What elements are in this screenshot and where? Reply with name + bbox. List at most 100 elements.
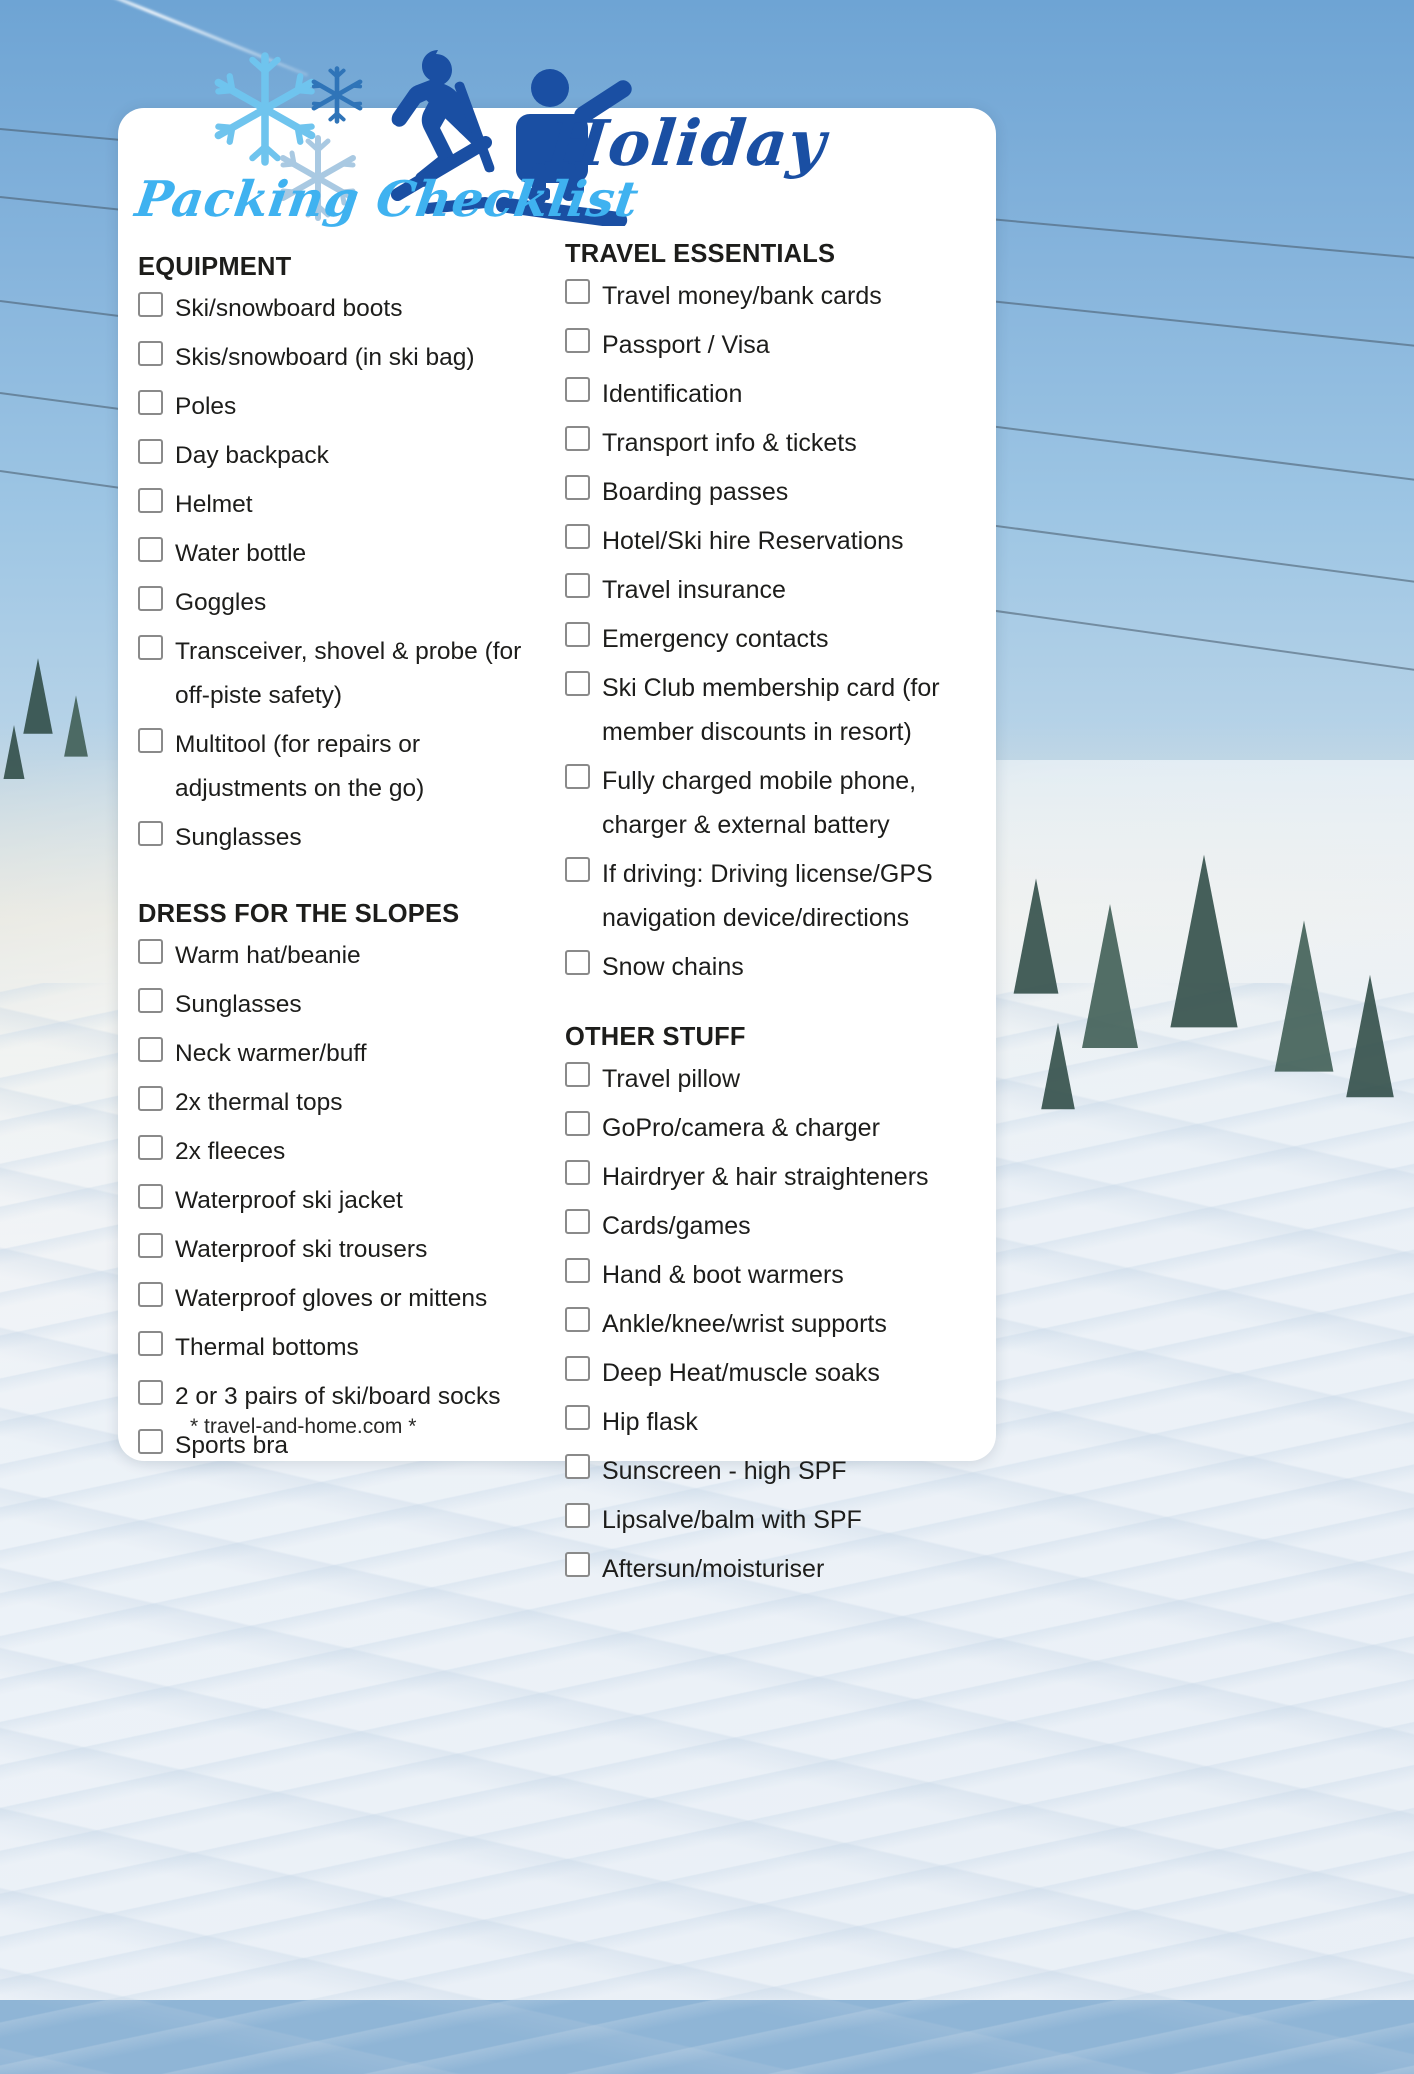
list-item[interactable]: Fully charged mobile phone, charger & ex… — [565, 759, 970, 847]
list-item[interactable]: Identification — [565, 372, 970, 416]
checkbox[interactable] — [565, 1160, 590, 1185]
checkbox[interactable] — [565, 950, 590, 975]
list-item[interactable]: 2x fleeces — [138, 1130, 543, 1174]
list-item[interactable]: Waterproof ski jacket — [138, 1179, 543, 1223]
checkbox[interactable] — [138, 439, 163, 464]
checkbox[interactable] — [565, 328, 590, 353]
checkbox[interactable] — [565, 1209, 590, 1234]
list-item[interactable]: Ski Club membership card (for member dis… — [565, 666, 970, 754]
checkbox[interactable] — [565, 764, 590, 789]
list-item[interactable]: Skis/snowboard (in ski bag) — [138, 336, 543, 380]
list-item[interactable]: Thermal bottoms — [138, 1326, 543, 1370]
list-item[interactable]: Waterproof gloves or mittens — [138, 1277, 543, 1321]
checkbox[interactable] — [138, 1282, 163, 1307]
list-item-label: Waterproof ski jacket — [175, 1187, 403, 1214]
list-item-label: Ski Club membership card (for member dis… — [602, 674, 940, 746]
list-item[interactable]: Waterproof ski trousers — [138, 1228, 543, 1272]
checkbox[interactable] — [565, 1258, 590, 1283]
list-item[interactable]: Ankle/knee/wrist supports — [565, 1302, 970, 1346]
checkbox[interactable] — [565, 1356, 590, 1381]
list-item[interactable]: Goggles — [138, 581, 543, 625]
checkbox[interactable] — [138, 537, 163, 562]
list-item[interactable]: Sunglasses — [138, 816, 543, 860]
checkbox[interactable] — [138, 988, 163, 1013]
checkbox[interactable] — [138, 488, 163, 513]
checkbox[interactable] — [138, 1429, 163, 1454]
list-item[interactable]: Water bottle — [138, 532, 543, 576]
other-stuff-list: Travel pillow GoPro/camera & charger Hai… — [565, 1057, 970, 1591]
list-item[interactable]: Hip flask — [565, 1400, 970, 1444]
list-item-label: 2x fleeces — [175, 1138, 286, 1165]
checkbox[interactable] — [138, 728, 163, 753]
checkbox[interactable] — [138, 1086, 163, 1111]
list-item[interactable]: Transport info & tickets — [565, 421, 970, 465]
list-item[interactable]: Hotel/Ski hire Reservations — [565, 519, 970, 563]
footer-credit: * travel-and-home.com * — [190, 1415, 417, 1438]
checkbox[interactable] — [138, 1233, 163, 1258]
checkbox[interactable] — [565, 377, 590, 402]
list-item[interactable]: Transceiver, shovel & probe (for off-pis… — [138, 630, 543, 718]
list-item[interactable]: Hairdryer & hair straighteners — [565, 1155, 970, 1199]
list-item[interactable]: Helmet — [138, 483, 543, 527]
checkbox[interactable] — [138, 390, 163, 415]
list-item[interactable]: Emergency contacts — [565, 617, 970, 661]
list-item[interactable]: Cards/games — [565, 1204, 970, 1248]
checkbox[interactable] — [565, 524, 590, 549]
list-item[interactable]: Travel pillow — [565, 1057, 970, 1101]
list-item[interactable]: Multitool (for repairs or adjustments on… — [138, 723, 543, 811]
checkbox[interactable] — [138, 1037, 163, 1062]
list-item[interactable]: If driving: Driving license/GPS navigati… — [565, 852, 970, 940]
list-item[interactable]: Day backpack — [138, 434, 543, 478]
checkbox[interactable] — [565, 426, 590, 451]
checkbox[interactable] — [565, 573, 590, 598]
checkbox[interactable] — [138, 1380, 163, 1405]
checkbox[interactable] — [138, 341, 163, 366]
checkbox[interactable] — [565, 475, 590, 500]
list-item[interactable]: Hand & boot warmers — [565, 1253, 970, 1297]
list-item-label: Identification — [602, 380, 743, 408]
conifer-tree — [23, 658, 53, 734]
list-item[interactable]: Travel insurance — [565, 568, 970, 612]
checkbox[interactable] — [565, 1307, 590, 1332]
list-item[interactable]: Travel money/bank cards — [565, 274, 970, 318]
list-item[interactable]: Snow chains — [565, 945, 970, 989]
list-item[interactable]: Ski/snowboard boots — [138, 287, 543, 331]
list-item[interactable]: Lipsalve/balm with SPF — [565, 1498, 970, 1542]
list-item[interactable]: Poles — [138, 385, 543, 429]
checkbox[interactable] — [138, 586, 163, 611]
checklist-columns: EQUIPMENT Ski/snowboard boots Skis/snowb… — [118, 108, 996, 1583]
list-item[interactable]: 2x thermal tops — [138, 1081, 543, 1125]
list-item-label: Skis/snowboard (in ski bag) — [175, 344, 475, 371]
checkbox[interactable] — [138, 292, 163, 317]
list-item[interactable]: Sunglasses — [138, 983, 543, 1027]
checkbox[interactable] — [138, 635, 163, 660]
checkbox[interactable] — [138, 1331, 163, 1356]
list-item[interactable]: Boarding passes — [565, 470, 970, 514]
checkbox[interactable] — [138, 939, 163, 964]
section-heading-dress-for-the-slopes: DRESS FOR THE SLOPES — [138, 900, 460, 928]
list-item[interactable]: Deep Heat/muscle soaks — [565, 1351, 970, 1395]
list-item[interactable]: Sunscreen - high SPF — [565, 1449, 970, 1493]
checkbox[interactable] — [565, 857, 590, 882]
checkbox[interactable] — [565, 1503, 590, 1528]
checkbox[interactable] — [565, 1111, 590, 1136]
checkbox[interactable] — [138, 1135, 163, 1160]
checkbox[interactable] — [565, 671, 590, 696]
list-item[interactable]: Passport / Visa — [565, 323, 970, 367]
list-item[interactable]: Aftersun/moisturiser — [565, 1547, 970, 1591]
list-item[interactable]: Warm hat/beanie — [138, 934, 543, 978]
checkbox[interactable] — [565, 1454, 590, 1479]
list-item[interactable]: GoPro/camera & charger — [565, 1106, 970, 1150]
checkbox[interactable] — [565, 1405, 590, 1430]
checkbox[interactable] — [565, 1552, 590, 1577]
travel-essentials-list: Travel money/bank cards Passport / Visa … — [565, 274, 970, 989]
checkbox[interactable] — [565, 279, 590, 304]
conifer-tree — [1013, 878, 1059, 994]
checkbox[interactable] — [565, 622, 590, 647]
checkbox[interactable] — [565, 1062, 590, 1087]
page-title-packing-checklist: Packing Checklist — [131, 170, 643, 228]
list-item[interactable]: 2 or 3 pairs of ski/board socks — [138, 1375, 543, 1419]
checkbox[interactable] — [138, 1184, 163, 1209]
checkbox[interactable] — [138, 821, 163, 846]
list-item[interactable]: Neck warmer/buff — [138, 1032, 543, 1076]
